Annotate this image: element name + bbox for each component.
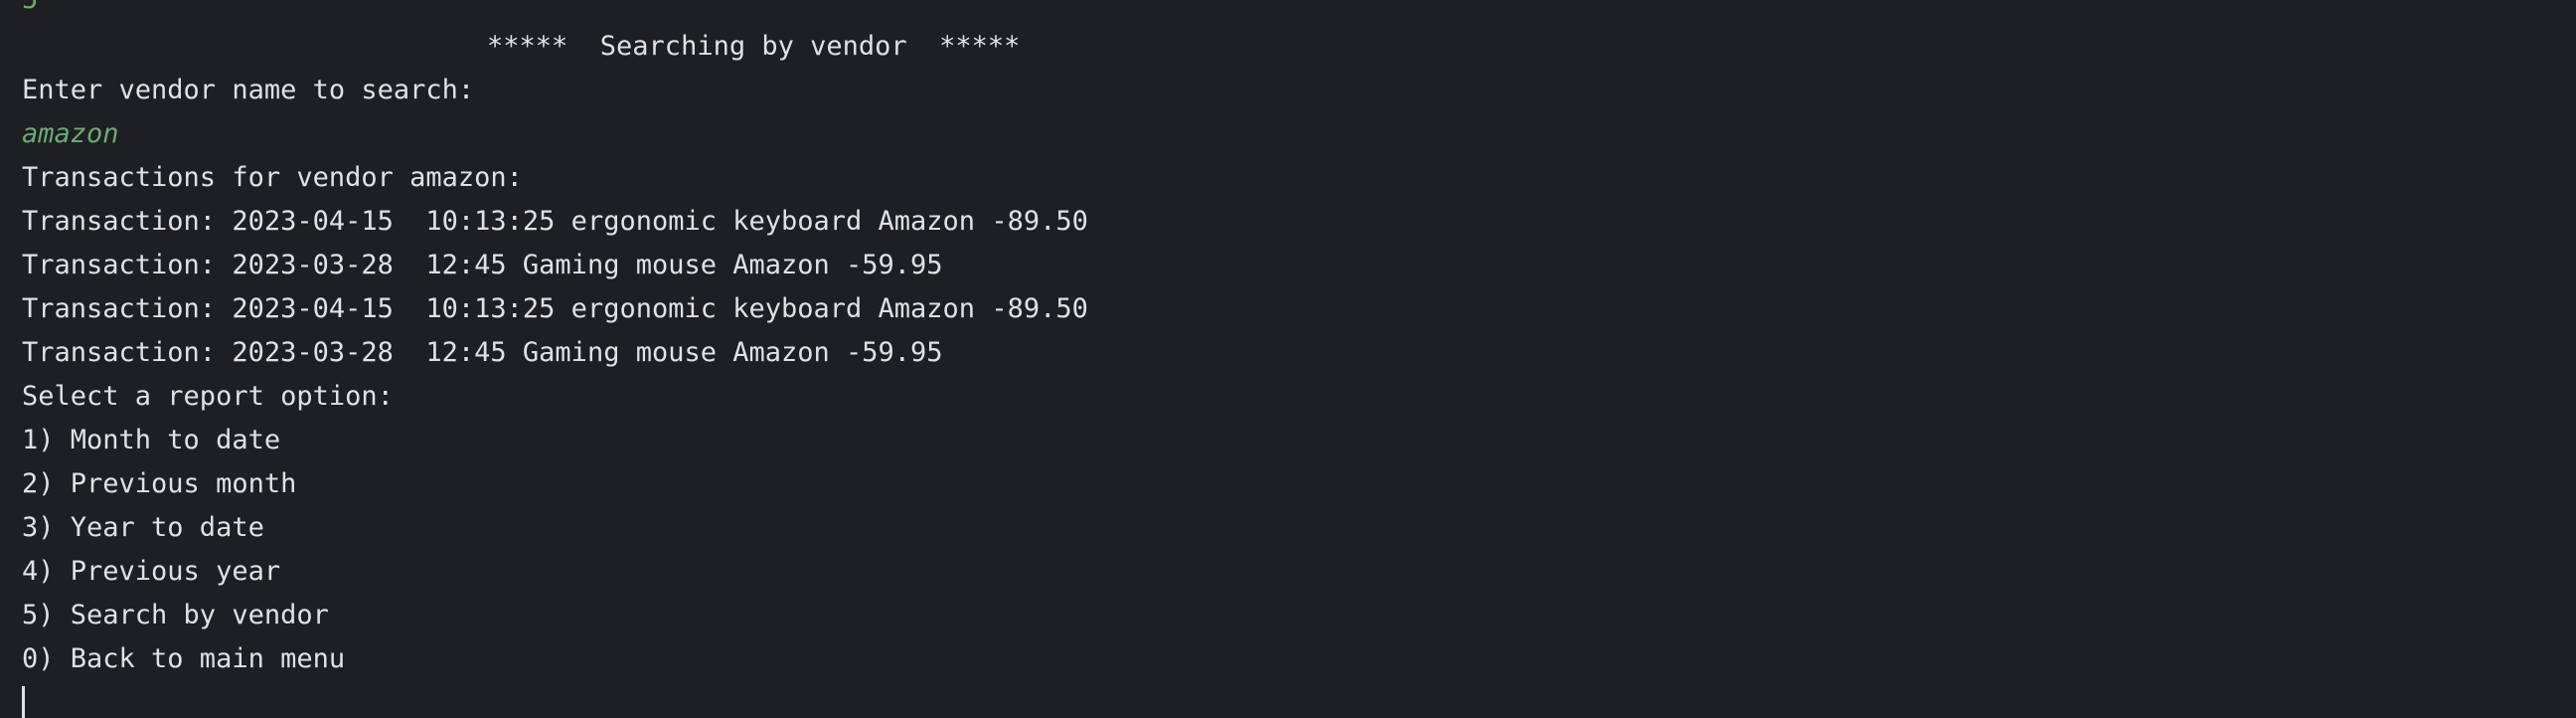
section-header: ***** Searching by vendor ***** [487, 31, 1021, 62]
transaction-line: Transaction: 2023-04-15 10:13:25 ergonom… [22, 293, 1088, 324]
menu-option-search-by-vendor: 5) Search by vendor [22, 600, 329, 630]
previous-input-echo: 5 [22, 0, 38, 22]
menu-title: Select a report option: [22, 381, 394, 412]
transaction-line: Transaction: 2023-03-28 12:45 Gaming mou… [22, 337, 943, 368]
menu-option-month-to-date: 1) Month to date [22, 425, 281, 455]
vendor-prompt: Enter vendor name to search: [22, 75, 475, 105]
menu-option-back-to-main-menu: 0) Back to main menu [22, 643, 346, 674]
transaction-line: Transaction: 2023-03-28 12:45 Gaming mou… [22, 250, 943, 280]
text-cursor[interactable] [22, 686, 25, 718]
menu-option-previous-month: 2) Previous month [22, 468, 297, 499]
menu-option-year-to-date: 3) Year to date [22, 512, 264, 543]
console-output[interactable]: 5 ***** Searching by vendor ***** Enter … [0, 0, 2576, 718]
vendor-input-echo: amazon [22, 118, 119, 149]
transaction-line: Transaction: 2023-04-15 10:13:25 ergonom… [22, 206, 1088, 237]
menu-option-previous-year: 4) Previous year [22, 556, 281, 587]
results-heading: Transactions for vendor amazon: [22, 162, 523, 193]
